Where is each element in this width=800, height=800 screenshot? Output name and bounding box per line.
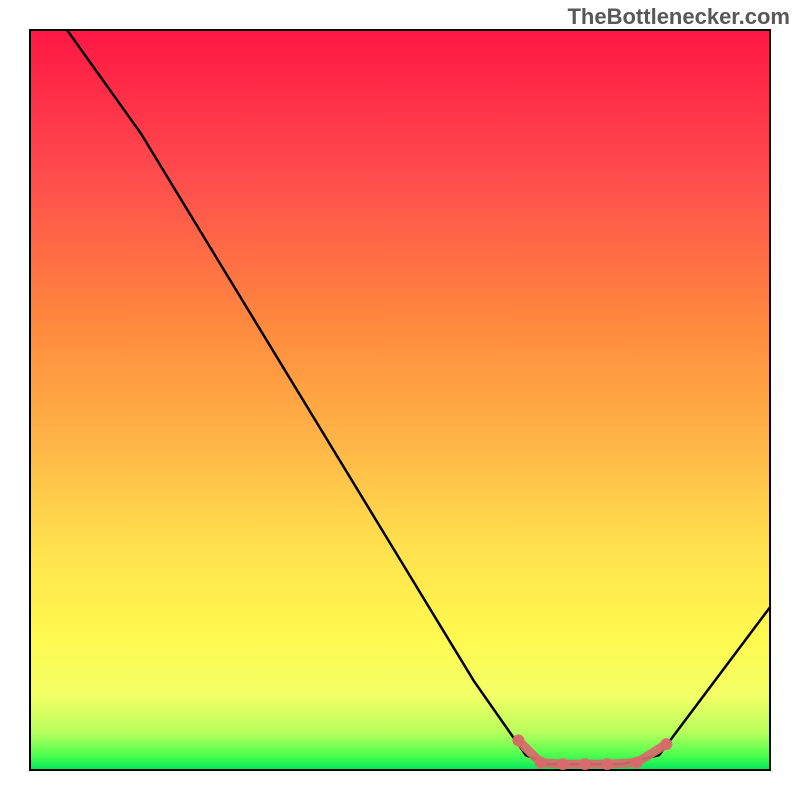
- optimal-zone-point: [601, 758, 613, 770]
- chart-container: [0, 0, 800, 800]
- optimal-zone-point: [512, 734, 524, 746]
- optimal-zone-point: [535, 757, 547, 769]
- chart-svg: [0, 0, 800, 800]
- gradient-background: [30, 30, 770, 770]
- optimal-zone-point: [631, 757, 643, 769]
- optimal-zone-point: [579, 758, 591, 770]
- watermark-text: TheBottlenecker.com: [567, 4, 790, 30]
- optimal-zone-point: [557, 758, 569, 770]
- optimal-zone-point: [660, 738, 672, 750]
